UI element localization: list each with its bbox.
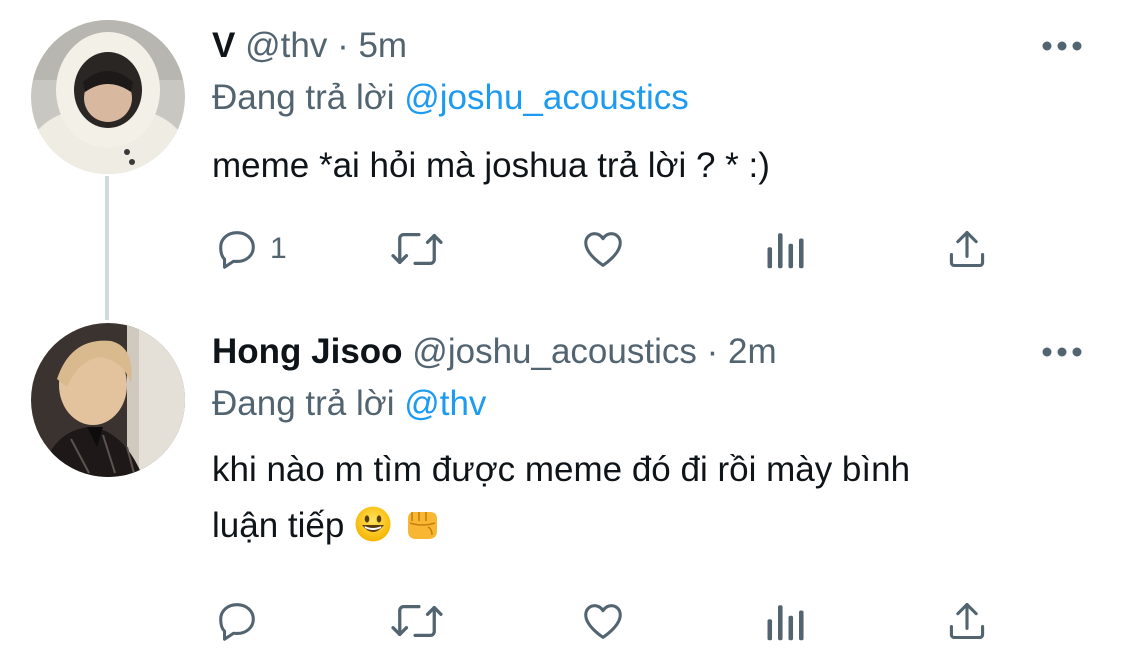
avatar-hong-jisoo[interactable] xyxy=(31,323,185,477)
oncoming-fist-emoji xyxy=(407,512,437,539)
share-icon xyxy=(949,602,985,640)
user-handle[interactable]: @thv xyxy=(245,26,327,65)
retweet-icon xyxy=(391,604,443,638)
more-dots-icon[interactable] xyxy=(1040,342,1084,362)
like-button[interactable] xyxy=(579,224,627,274)
tweet-actions xyxy=(0,596,1125,646)
header-separator: · xyxy=(337,26,349,65)
replying-to-prefix: Đang trả lời xyxy=(212,78,395,117)
reply-button[interactable] xyxy=(214,596,260,646)
tweet-text-line-1: khi nào m tìm được meme đó đi rồi mày bì… xyxy=(212,450,911,489)
share-button[interactable] xyxy=(945,596,989,646)
tweet-text-line-2: luận tiếp xyxy=(212,506,345,545)
heart-icon xyxy=(584,232,622,267)
analytics-button[interactable] xyxy=(764,596,806,646)
tweet-hong-jisoo[interactable]: Hong Jisoo @joshu_acoustics · 2m Đang tr… xyxy=(0,310,1125,669)
replying-to-prefix: Đang trả lời xyxy=(212,384,395,423)
reply-count: 1 xyxy=(270,232,287,265)
replying-to: Đang trả lời @joshu_acoustics xyxy=(212,78,689,118)
reply-bubble-icon xyxy=(219,603,255,641)
replying-to: Đang trả lời @thv xyxy=(212,384,486,424)
reply-button[interactable]: 1 xyxy=(214,224,287,274)
tweet-time[interactable]: 5m xyxy=(358,26,407,65)
tweet-v[interactable]: V @thv · 5m Đang trả lời @joshu_acoustic… xyxy=(0,0,1125,310)
tweet-header: Hong Jisoo @joshu_acoustics · 2m xyxy=(212,332,777,372)
avatar-v[interactable] xyxy=(31,20,185,174)
tweet-actions: 1 xyxy=(0,224,1125,274)
user-handle[interactable]: @joshu_acoustics xyxy=(412,332,697,371)
analytics-button[interactable] xyxy=(764,224,806,274)
retweet-icon xyxy=(391,232,443,266)
display-name[interactable]: Hong Jisoo xyxy=(212,332,403,371)
header-separator: · xyxy=(706,332,719,371)
tweet-header: V @thv · 5m xyxy=(212,26,407,66)
tweet-text-line-2-wrap: luận tiếp xyxy=(212,498,1072,554)
tweet-text: khi nào m tìm được meme đó đi rồi mày bì… xyxy=(212,442,1072,554)
grinning-face-emoji xyxy=(355,506,391,542)
replying-to-mention[interactable]: @joshu_acoustics xyxy=(404,78,689,117)
share-button[interactable] xyxy=(945,224,989,274)
analytics-bars-icon xyxy=(767,605,804,641)
tweet-text: meme *ai hỏi mà joshua trả lời ? * :) xyxy=(212,146,770,185)
like-button[interactable] xyxy=(579,596,627,646)
retweet-button[interactable] xyxy=(388,224,446,274)
more-dots-icon[interactable] xyxy=(1040,36,1084,56)
tweet-time[interactable]: 2m xyxy=(728,332,777,371)
retweet-button[interactable] xyxy=(388,596,446,646)
display-name[interactable]: V xyxy=(212,26,235,65)
heart-icon xyxy=(584,604,622,639)
analytics-bars-icon xyxy=(767,233,804,269)
reply-bubble-icon xyxy=(219,231,255,269)
replying-to-mention[interactable]: @thv xyxy=(404,384,486,423)
share-icon xyxy=(949,230,985,268)
